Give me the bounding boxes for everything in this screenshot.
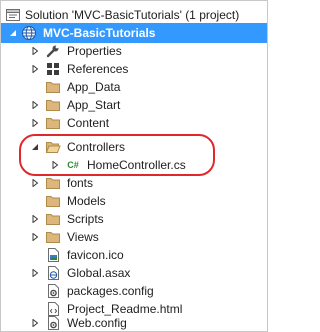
content-label: Content — [67, 116, 110, 130]
tree-row-references[interactable]: References — [1, 59, 267, 79]
collapsed-arrow-icon[interactable] — [29, 113, 41, 133]
favicon-label: favicon.ico — [67, 248, 124, 262]
collapsed-arrow-icon[interactable] — [29, 173, 41, 193]
tree-row-global-asax[interactable]: Global.asax — [1, 263, 267, 283]
collapsed-arrow-icon[interactable] — [29, 209, 41, 229]
app-start-label: App_Start — [67, 98, 121, 112]
views-label: Views — [67, 230, 99, 244]
folder-icon — [45, 211, 61, 227]
app-data-label: App_Data — [67, 80, 121, 94]
csharp-file-icon: C# — [67, 160, 79, 170]
fonts-label: fonts — [67, 176, 94, 190]
folder-icon — [45, 229, 61, 245]
packages-config-label: packages.config — [67, 284, 154, 298]
config-file-icon — [45, 315, 61, 331]
collapsed-arrow-icon[interactable] — [29, 41, 41, 61]
tree-row-packages-config[interactable]: packages.config — [1, 281, 267, 301]
scripts-label: Scripts — [67, 212, 104, 226]
folder-icon — [45, 97, 61, 113]
open-folder-icon — [45, 139, 61, 155]
collapsed-arrow-icon[interactable] — [29, 95, 41, 115]
folder-icon — [45, 175, 61, 191]
tree-row-favicon[interactable]: favicon.ico — [1, 245, 267, 265]
collapsed-arrow-icon[interactable] — [49, 155, 61, 175]
collapsed-arrow-icon[interactable] — [29, 59, 41, 79]
references-label: References — [67, 62, 129, 76]
tree-row-web-config[interactable]: Web.config — [1, 313, 267, 332]
wrench-icon — [45, 43, 61, 59]
tree-row-content[interactable]: Content — [1, 113, 267, 133]
global-asax-label: Global.asax — [67, 266, 131, 280]
solution-explorer: Solution 'MVC-BasicTutorials' (1 project… — [0, 0, 268, 332]
config-file-icon — [45, 283, 61, 299]
expanded-arrow-icon[interactable] — [7, 23, 19, 43]
controllers-label: Controllers — [67, 140, 126, 154]
collapsed-arrow-icon[interactable] — [29, 313, 41, 332]
tree-row-models[interactable]: Models — [1, 191, 267, 211]
tree-row-homecontroller[interactable]: C# HomeController.cs — [1, 155, 267, 175]
expanded-arrow-icon[interactable] — [29, 137, 41, 157]
tree-row-views[interactable]: Views — [1, 227, 267, 247]
homecontroller-label: HomeController.cs — [87, 158, 186, 172]
tree-row-solution[interactable]: Solution 'MVC-BasicTutorials' (1 project… — [1, 5, 267, 25]
folder-icon — [45, 79, 61, 95]
tree-row-controllers[interactable]: Controllers — [1, 137, 267, 157]
project-label: MVC-BasicTutorials — [43, 26, 156, 40]
global-asax-icon — [45, 265, 61, 281]
tree-row-fonts[interactable]: fonts — [1, 173, 267, 193]
folder-icon — [45, 115, 61, 131]
tree-row-app-data[interactable]: App_Data — [1, 77, 267, 97]
references-icon — [45, 61, 61, 77]
tree-row-project[interactable]: MVC-BasicTutorials — [1, 23, 267, 43]
web-config-label: Web.config — [67, 316, 127, 330]
collapsed-arrow-icon[interactable] — [29, 263, 41, 283]
folder-icon — [45, 193, 61, 209]
solution-icon — [5, 7, 21, 23]
tree-row-scripts[interactable]: Scripts — [1, 209, 267, 229]
tree-row-app-start[interactable]: App_Start — [1, 95, 267, 115]
image-file-icon — [45, 247, 61, 263]
solution-label: Solution 'MVC-BasicTutorials' (1 project… — [25, 8, 240, 22]
collapsed-arrow-icon[interactable] — [29, 227, 41, 247]
properties-label: Properties — [67, 44, 122, 58]
tree-row-properties[interactable]: Properties — [1, 41, 267, 61]
web-project-icon — [21, 25, 37, 41]
models-label: Models — [67, 194, 106, 208]
